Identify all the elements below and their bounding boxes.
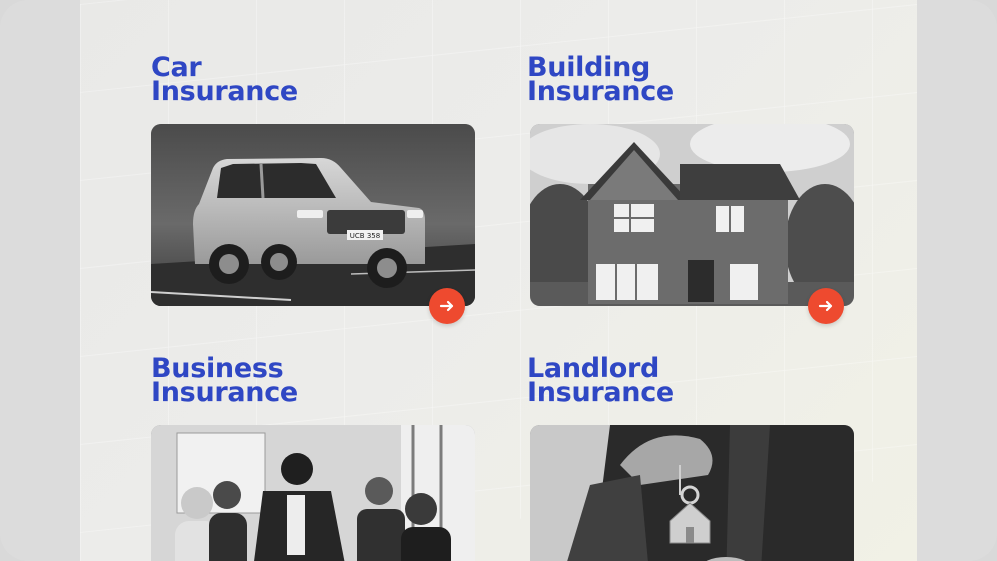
license-plate: UCB 358: [350, 232, 380, 240]
insurance-grid-panel: Car Insurance UCB 358 Building Insurance…: [80, 0, 917, 561]
car-insurance-arrow-button[interactable]: [429, 288, 465, 324]
car-illustration: UCB 358: [151, 124, 475, 306]
house-illustration: [530, 124, 854, 306]
building-insurance-arrow-button[interactable]: [808, 288, 844, 324]
house-photo[interactable]: [530, 124, 854, 306]
card-title[interactable]: Car Insurance: [151, 54, 298, 107]
business-meeting-illustration: [151, 425, 475, 561]
card-title[interactable]: Landlord Insurance: [527, 355, 674, 408]
card-title-line2: Insurance: [527, 76, 674, 107]
card-title[interactable]: Business Insurance: [151, 355, 298, 408]
business-meeting-photo[interactable]: [151, 425, 475, 561]
keys-handover-photo[interactable]: [530, 425, 854, 561]
card-title-line2: Insurance: [151, 377, 298, 408]
card-title[interactable]: Building Insurance: [527, 54, 674, 107]
car-photo[interactable]: UCB 358: [151, 124, 475, 306]
keys-handover-illustration: [530, 425, 854, 561]
card-title-line2: Insurance: [527, 377, 674, 408]
card-title-line2: Insurance: [151, 76, 298, 107]
arrow-right-icon: [439, 300, 454, 312]
arrow-right-icon: [818, 300, 833, 312]
screenshot-frame: Car Insurance UCB 358 Building Insurance…: [0, 0, 997, 561]
